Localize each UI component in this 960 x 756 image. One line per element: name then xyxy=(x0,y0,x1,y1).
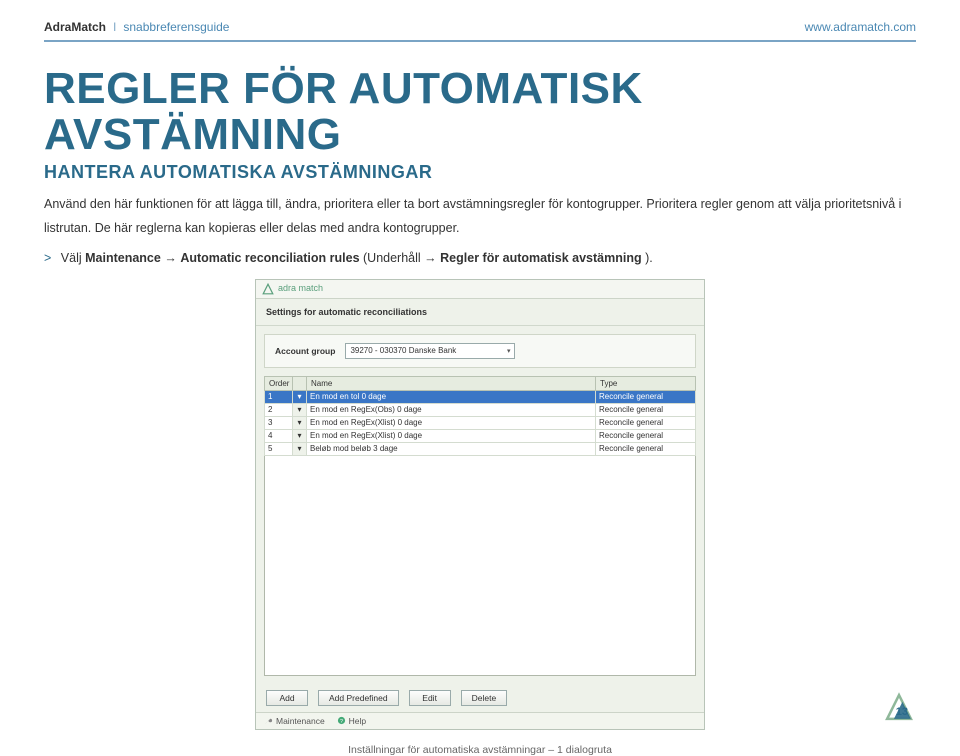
header-rule xyxy=(44,40,916,42)
page-title: REGLER FÖR AUTOMATISK AVSTÄMNING xyxy=(44,66,916,158)
step-line: > Välj Maintenance → Automatic reconcili… xyxy=(44,251,916,265)
step-prefix: Välj xyxy=(61,251,85,265)
step-paren-open: (Underhåll xyxy=(363,251,421,265)
grid-empty-area xyxy=(264,456,696,676)
row-toggle-icon[interactable]: ▾ xyxy=(293,416,307,429)
header-left: AdraMatch l snabbreferensguide xyxy=(44,20,229,34)
app-window: adra match Settings for automatic reconc… xyxy=(255,279,705,730)
cell-type: Reconcile general xyxy=(596,416,696,429)
account-dropdown[interactable]: 39270 - 030370 Danske Bank ▾ xyxy=(345,343,515,359)
delete-button[interactable]: Delete xyxy=(461,690,508,706)
cell-type: Reconcile general xyxy=(596,442,696,455)
app-logo-icon xyxy=(262,283,274,295)
add-predefined-button[interactable]: Add Predefined xyxy=(318,690,399,706)
add-button[interactable]: Add xyxy=(266,690,308,706)
cell-name: En mod en RegEx(Obs) 0 dage xyxy=(307,403,596,416)
step-bold-1: Maintenance xyxy=(85,251,161,265)
window-subtitle: Settings for automatic reconciliations xyxy=(256,299,704,326)
cell-name: Beløb mod beløb 3 dage xyxy=(307,442,596,455)
header-separator: l xyxy=(113,20,116,34)
svg-text:?: ? xyxy=(340,719,343,725)
status-help[interactable]: ? Help xyxy=(337,716,366,726)
body-text: Använd den här funktionen för att lägga … xyxy=(44,193,904,241)
step-bold-3: Regler för automatisk avstämning xyxy=(440,251,641,265)
table-row[interactable]: 4 ▾ En mod en RegEx(Xlist) 0 dage Reconc… xyxy=(265,429,696,442)
row-toggle-icon[interactable]: ▾ xyxy=(293,390,307,403)
figure-caption: Inställningar för automatiska avstämning… xyxy=(44,744,916,756)
status-maintenance-label: Maintenance xyxy=(276,716,325,726)
account-value: 39270 - 030370 Danske Bank xyxy=(350,346,456,355)
account-label: Account group xyxy=(275,346,335,356)
cell-type: Reconcile general xyxy=(596,390,696,403)
cell-name: En mod en RegEx(Xlist) 0 dage xyxy=(307,429,596,442)
cell-type: Reconcile general xyxy=(596,403,696,416)
table-row[interactable]: 3 ▾ En mod en RegEx(Xlist) 0 dage Reconc… xyxy=(265,416,696,429)
app-titlebar: adra match xyxy=(256,280,704,299)
cell-order: 2 xyxy=(265,403,293,416)
col-spacer xyxy=(293,376,307,390)
wrench-icon xyxy=(264,716,273,725)
help-icon: ? xyxy=(337,716,346,725)
cell-order: 4 xyxy=(265,429,293,442)
account-row: Account group 39270 - 030370 Danske Bank… xyxy=(265,335,695,367)
col-order[interactable]: Order xyxy=(265,376,293,390)
cell-name: En mod en tol 0 dage xyxy=(307,390,596,403)
grid-header-row: Order Name Type xyxy=(265,376,696,390)
status-help-label: Help xyxy=(349,716,366,726)
cell-type: Reconcile general xyxy=(596,429,696,442)
step-bold-2: Automatic reconciliation rules xyxy=(180,251,359,265)
table-row[interactable]: 5 ▾ Beløb mod beløb 3 dage Reconcile gen… xyxy=(265,442,696,455)
table-row[interactable]: 2 ▾ En mod en RegEx(Obs) 0 dage Reconcil… xyxy=(265,403,696,416)
rules-grid-wrap: Order Name Type 1 ▾ En mod en tol 0 dage… xyxy=(264,376,696,676)
table-row[interactable]: 1 ▾ En mod en tol 0 dage Reconcile gener… xyxy=(265,390,696,403)
header-url: www.adramatch.com xyxy=(805,20,916,34)
step-arrow-2: → xyxy=(424,251,440,265)
col-type[interactable]: Type xyxy=(596,376,696,390)
row-toggle-icon[interactable]: ▾ xyxy=(293,403,307,416)
step-marker: > xyxy=(44,251,51,265)
chevron-down-icon: ▾ xyxy=(507,347,511,355)
col-name[interactable]: Name xyxy=(307,376,596,390)
row-toggle-icon[interactable]: ▾ xyxy=(293,429,307,442)
status-bar: Maintenance ? Help xyxy=(256,712,704,729)
cell-order: 1 xyxy=(265,390,293,403)
cell-order: 5 xyxy=(265,442,293,455)
row-toggle-icon[interactable]: ▾ xyxy=(293,442,307,455)
button-row: Add Add Predefined Edit Delete xyxy=(256,684,704,712)
page-subtitle: HANTERA AUTOMATISKA AVSTÄMNINGAR xyxy=(44,162,916,183)
status-maintenance[interactable]: Maintenance xyxy=(264,716,325,726)
app-logo-text: adra match xyxy=(278,284,323,293)
rules-grid: Order Name Type 1 ▾ En mod en tol 0 dage… xyxy=(264,376,696,456)
step-paren-close: ). xyxy=(645,251,653,265)
brand-name: AdraMatch xyxy=(44,20,106,34)
cell-name: En mod en RegEx(Xlist) 0 dage xyxy=(307,416,596,429)
cell-order: 3 xyxy=(265,416,293,429)
edit-button[interactable]: Edit xyxy=(409,690,451,706)
header-sub: snabbreferensguide xyxy=(123,20,229,34)
step-arrow-1: → xyxy=(164,251,180,265)
settings-panel: Account group 39270 - 030370 Danske Bank… xyxy=(264,334,696,368)
page-number: 13 xyxy=(896,706,908,718)
